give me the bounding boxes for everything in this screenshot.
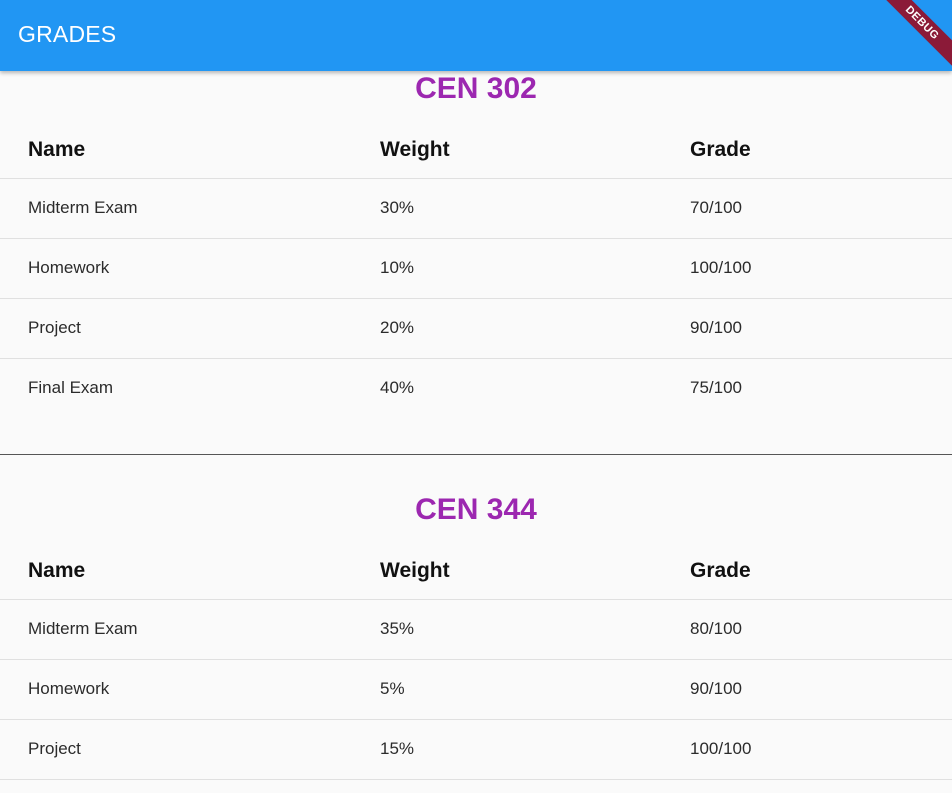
row-grade: 100/100	[690, 258, 752, 277]
table-row: Midterm Exam 30% 70/100	[0, 179, 952, 239]
row-grade: 90/100	[690, 318, 742, 337]
row-weight: 5%	[380, 679, 405, 698]
row-weight: 10%	[380, 258, 415, 277]
row-weight: 35%	[380, 619, 415, 638]
row-weight: 15%	[380, 739, 415, 758]
row-grade: 75/100	[690, 378, 742, 397]
column-header-grade: Grade	[690, 559, 751, 582]
column-header-name: Name	[28, 138, 86, 161]
table-row: Homework 5% 90/100	[0, 660, 952, 720]
app-bar-title: GRADES	[18, 21, 117, 47]
table-row: Homework 10% 100/100	[0, 239, 952, 299]
table-row: Project 15% 100/100	[0, 720, 952, 780]
column-header-weight: Weight	[380, 559, 450, 582]
row-weight: 20%	[380, 318, 415, 337]
table-row: Midterm Exam 35% 80/100	[0, 600, 952, 660]
row-weight: 30%	[380, 198, 415, 217]
course-title: CEN 302	[415, 72, 537, 105]
course-title: CEN 344	[415, 493, 537, 526]
row-name: Final Exam	[28, 378, 114, 397]
row-name: Midterm Exam	[28, 619, 138, 638]
column-header-grade: Grade	[690, 138, 751, 161]
row-grade: 100/100	[690, 739, 752, 758]
column-header-weight: Weight	[380, 138, 450, 161]
section-divider	[0, 454, 952, 455]
row-name: Homework	[28, 258, 110, 277]
grades-list[interactable]: CEN 302 Name Weight Grade Midterm Exam 3…	[0, 71, 952, 793]
table-row: Final Exam 40% 75/100	[0, 359, 952, 418]
table-header: Name Weight Grade	[0, 543, 952, 600]
row-grade: 90/100	[690, 679, 742, 698]
row-name: Midterm Exam	[28, 198, 138, 217]
table-row: Project 20% 90/100	[0, 299, 952, 359]
app-bar: GRADES DEBUG	[0, 0, 952, 71]
column-header-name: Name	[28, 559, 86, 582]
row-weight: 40%	[380, 378, 415, 397]
row-grade: 80/100	[690, 619, 742, 638]
row-name: Project	[28, 739, 81, 758]
table-header: Name Weight Grade	[0, 122, 952, 179]
debug-banner: DEBUG	[873, 0, 952, 71]
row-name: Project	[28, 318, 81, 337]
row-name: Homework	[28, 679, 110, 698]
row-grade: 70/100	[690, 198, 742, 217]
